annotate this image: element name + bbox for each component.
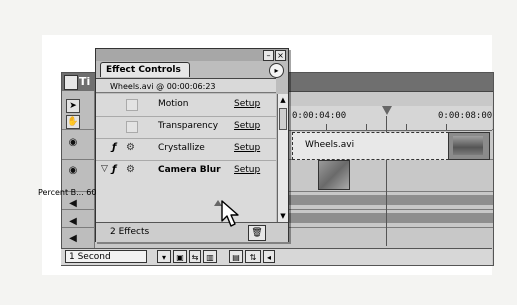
effect-row-camera-blur[interactable]: ▽ ƒ ⚙ Camera Blur Setup: [96, 160, 276, 182]
trash-icon[interactable]: 🗑: [248, 225, 266, 241]
tab-effect-controls[interactable]: Effect Controls: [100, 62, 190, 77]
cti-marker-icon[interactable]: [382, 106, 392, 115]
disclosure-triangle-icon[interactable]: ▽: [101, 164, 108, 174]
setup-link[interactable]: Setup: [234, 165, 260, 175]
audio-track-band: [287, 213, 493, 223]
close-button[interactable]: ×: [275, 50, 286, 61]
clip-name: Wheels.avi: [305, 140, 355, 150]
gear-icon[interactable]: ⚙: [126, 142, 135, 153]
fx-icon[interactable]: ƒ: [112, 164, 116, 175]
effect-name: Camera Blur: [158, 165, 221, 175]
effect-row-crystallize[interactable]: ƒ ⚙ Crystallize Setup: [96, 138, 276, 161]
video-clip[interactable]: Wheels.avi: [292, 132, 449, 160]
effects-list: Motion Setup Transparency Setup ƒ ⚙ Crys…: [96, 94, 276, 222]
effect-enable-checkbox[interactable]: [126, 121, 138, 133]
palette-title-bar[interactable]: – ×: [96, 49, 288, 61]
effect-row-motion[interactable]: Motion Setup: [96, 94, 276, 117]
mouse-cursor-icon: [221, 200, 239, 227]
scroll-thumb[interactable]: [279, 108, 287, 130]
snap-button[interactable]: ▥: [203, 250, 217, 263]
zoom-level-select[interactable]: 1 Second: [65, 250, 147, 263]
param-percent-blur[interactable]: Percent B... 60: [38, 188, 96, 197]
setup-link[interactable]: Setup: [234, 99, 260, 109]
scroll-up-icon[interactable]: ▲: [279, 96, 287, 104]
scroll-left-button[interactable]: ◂: [263, 250, 275, 263]
video-clip-thumbnail[interactable]: [448, 132, 490, 160]
track-format-button[interactable]: ▾: [157, 250, 171, 263]
minimize-button[interactable]: –: [263, 50, 274, 61]
effect-name: Transparency: [158, 121, 219, 131]
hand-tool-icon[interactable]: ✋: [66, 115, 80, 129]
effects-scrollbar[interactable]: ▲ ▼: [277, 94, 288, 222]
fx-icon[interactable]: ƒ: [112, 142, 116, 153]
effects-count: 2 Effects: [110, 227, 150, 237]
effect-enable-checkbox[interactable]: [126, 99, 138, 111]
timeline-status-bar: 1 Second ▾ ▣ ⇆ ▥ ▤ ⇅ ◂: [61, 248, 492, 265]
effect-name: Crystallize: [158, 143, 205, 153]
sync-button[interactable]: ⇆: [189, 250, 201, 263]
ruler-time-4s: 0:00:04:00: [292, 111, 347, 121]
ruler-time-8s: 0:00:08:00: [438, 111, 493, 121]
shift-tracks-button[interactable]: ⇅: [245, 250, 261, 263]
eye-icon[interactable]: ◉: [65, 136, 81, 150]
effect-row-transparency[interactable]: Transparency Setup: [96, 116, 276, 139]
timeline-window-icon: [64, 75, 78, 90]
scroll-down-icon[interactable]: ▼: [279, 212, 287, 220]
ruler-tick: [446, 124, 447, 130]
effect-name: Motion: [158, 99, 189, 109]
toggle-track-button[interactable]: ▣: [173, 250, 187, 263]
arrow-tool-icon[interactable]: ➤: [66, 99, 80, 113]
speaker-icon[interactable]: ◀: [65, 232, 81, 246]
ruler-tick: [326, 124, 327, 130]
gear-icon[interactable]: ⚙: [126, 164, 135, 175]
timeline-title: Ti: [79, 75, 91, 88]
clip-info-bar: Wheels.avi @ 00:00:06:23: [96, 78, 276, 93]
setup-link[interactable]: Setup: [234, 121, 260, 131]
ruler-tick: [406, 124, 407, 130]
video-clip-small[interactable]: [318, 160, 350, 190]
palette-footer: 2 Effects 🗑: [96, 222, 288, 242]
audio-track-band: [287, 195, 493, 205]
ruler-tick: [366, 124, 367, 130]
eye-icon[interactable]: ◉: [65, 164, 81, 178]
timeline-track-header: ➤ ✋ ◉ ◉ ◀ ◀ ◀: [62, 91, 95, 249]
setup-link[interactable]: Setup: [234, 143, 260, 153]
edge-view-button[interactable]: ▤: [229, 250, 243, 263]
palette-menu-icon[interactable]: ▸: [269, 63, 284, 78]
clip-thumbnail-image: [453, 136, 483, 155]
effect-controls-palette: – × Effect Controls ▸ Wheels.avi @ 00:00…: [95, 48, 289, 242]
